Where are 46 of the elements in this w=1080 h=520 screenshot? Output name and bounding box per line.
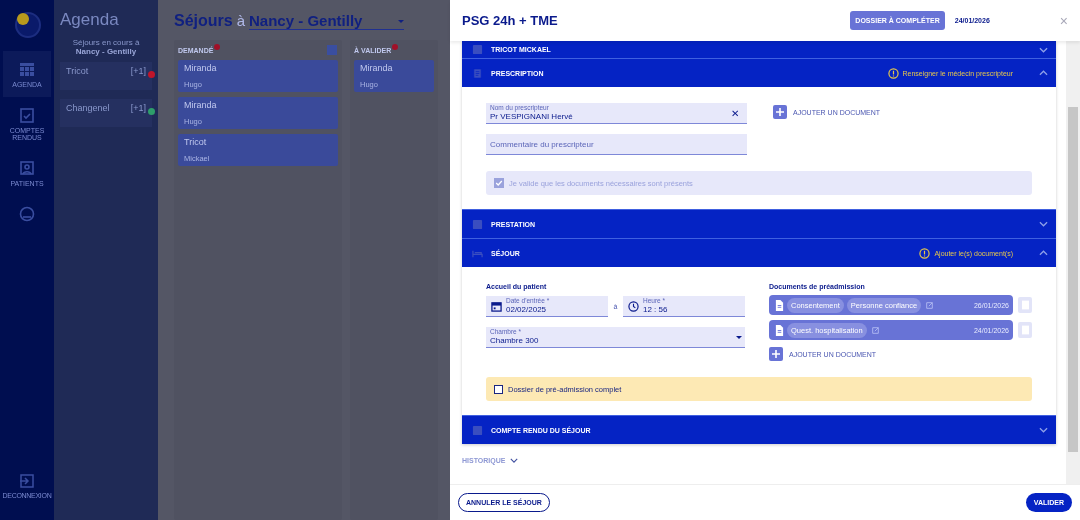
chevron-icon	[1039, 250, 1048, 256]
stay-card[interactable]: Changenel [+1]	[60, 99, 152, 127]
chevron-icon	[1039, 70, 1048, 76]
agenda-place: Nancy - Gentilly	[74, 47, 138, 56]
external-link-icon[interactable]	[926, 301, 934, 309]
chevron-icon	[1039, 427, 1048, 433]
count-badge	[214, 44, 221, 50]
delete-button[interactable]	[1018, 322, 1032, 338]
section-icon	[472, 67, 483, 79]
clear-icon[interactable]: ✕	[731, 108, 739, 119]
board-title: Séjours	[174, 12, 233, 30]
delete-button[interactable]	[1018, 297, 1032, 313]
stay-card[interactable]: Tricot [+1]	[60, 62, 152, 90]
logout-icon	[19, 473, 35, 490]
section-icon	[472, 218, 483, 230]
nav-icon	[19, 61, 35, 77]
drawer-title: PSG 24h + TME	[462, 13, 559, 28]
calendar-icon	[491, 301, 502, 312]
count-badge	[392, 44, 399, 50]
document-icon	[775, 299, 784, 311]
nav-icon	[19, 160, 35, 177]
checkbox-icon	[494, 178, 504, 188]
agenda-subtitle: Séjours en cours à	[71, 38, 141, 47]
nav-icon	[19, 106, 35, 123]
chevron-icon	[1039, 221, 1048, 227]
plus-icon	[769, 347, 783, 361]
comment-field[interactable]: Commentaire du prescripteur	[486, 134, 747, 155]
calendar-icon[interactable]	[326, 44, 338, 56]
warning-icon	[887, 67, 899, 79]
chevron-icon	[1039, 46, 1048, 53]
clock-icon	[628, 301, 639, 312]
scrollbar[interactable]	[1066, 41, 1080, 484]
chevron-icon	[510, 458, 519, 463]
trash-icon	[1021, 325, 1029, 335]
section-icon	[472, 424, 483, 436]
nav-icon	[19, 205, 35, 222]
trash-icon	[1021, 300, 1029, 310]
agenda-title: Agenda	[60, 10, 120, 30]
checkbox-icon	[494, 384, 503, 394]
logo-icon	[12, 9, 42, 39]
document-icon	[775, 324, 784, 336]
board-joiner: à	[236, 12, 246, 29]
plus-icon	[773, 105, 787, 119]
warning-icon	[919, 247, 931, 259]
external-link-icon[interactable]	[871, 326, 879, 334]
section-icon	[472, 44, 483, 55]
